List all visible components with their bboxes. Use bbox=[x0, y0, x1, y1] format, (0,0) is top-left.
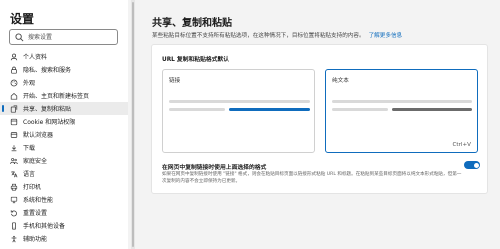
preview-text-line bbox=[392, 108, 472, 111]
option-label: 纯文本 bbox=[332, 78, 349, 84]
preview-line bbox=[332, 100, 472, 103]
sidebar-item-printers[interactable]: 打印机 bbox=[0, 180, 128, 193]
appearance-icon bbox=[10, 79, 18, 86]
sidebar-item-appearance[interactable]: 外观 bbox=[0, 76, 128, 89]
preview-line bbox=[169, 100, 310, 103]
sidebar-item-family-safety[interactable]: 家庭安全 bbox=[0, 154, 128, 167]
sidebar-item-label: 外观 bbox=[23, 80, 36, 87]
sidebar-item-reset-settings[interactable]: 重置设置 bbox=[0, 206, 128, 219]
sidebar-item-phone-devices[interactable]: 手机和其他设备 bbox=[0, 219, 128, 232]
sidebar-item-label: Cookie 和网站权限 bbox=[23, 119, 76, 126]
option-label: 链接 bbox=[169, 78, 181, 84]
phone-icon bbox=[12, 221, 16, 230]
family-icon bbox=[10, 157, 18, 164]
sidebar-item-system-performance[interactable]: 系统和性能 bbox=[0, 193, 128, 206]
search-input[interactable] bbox=[28, 31, 116, 43]
toggle-description: 如果在网页中复制链接时使用 "链接" 格式，则会在粘贴目标页面以链接形式粘贴 U… bbox=[162, 172, 462, 184]
sidebar-scrollbar[interactable] bbox=[131, 0, 135, 249]
cookie-icon bbox=[10, 118, 18, 125]
download-icon bbox=[11, 144, 17, 151]
settings-sidebar: 设置 个人资料 隐私、搜索和服务 外观 开始、主页和新建标签页 共享、复制和粘贴 bbox=[0, 0, 128, 249]
sidebar-item-cookies[interactable]: Cookie 和网站权限 bbox=[0, 115, 128, 128]
home-icon bbox=[10, 92, 18, 100]
printer-icon bbox=[10, 183, 18, 191]
sidebar-item-share-copy-paste[interactable]: 共享、复制和粘贴 bbox=[0, 102, 128, 115]
sidebar-item-languages[interactable]: 语言 bbox=[0, 167, 128, 180]
sidebar-item-label: 下载 bbox=[23, 145, 36, 152]
language-icon bbox=[11, 170, 18, 177]
learn-more-link[interactable]: 了解更多信息 bbox=[369, 33, 403, 39]
sidebar-item-label: 辅助功能 bbox=[23, 236, 48, 243]
search-box[interactable] bbox=[9, 29, 118, 45]
toggle-knob bbox=[473, 162, 479, 168]
browser-icon bbox=[10, 131, 18, 138]
system-icon bbox=[10, 196, 18, 203]
page-description: 某些粘贴目标位置不支持所有粘贴选项，在这种情况下，目标位置将粘贴支持的内容。 了解… bbox=[152, 31, 402, 39]
sidebar-item-label: 系统和性能 bbox=[23, 197, 54, 204]
sidebar-item-label: 语言 bbox=[23, 171, 36, 178]
description-text: 某些粘贴目标位置不支持所有粘贴选项，在这种情况下，目标位置将粘贴支持的内容。 bbox=[152, 33, 365, 39]
sidebar-item-accessibility[interactable]: 辅助功能 bbox=[0, 232, 128, 245]
settings-title: 设置 bbox=[10, 12, 35, 26]
preview-link-line bbox=[229, 108, 310, 111]
sidebar-item-label: 家庭安全 bbox=[23, 158, 48, 165]
search-icon bbox=[15, 33, 24, 42]
preview-line bbox=[332, 108, 388, 111]
sidebar-item-label: 开始、主页和新建标签页 bbox=[23, 93, 90, 100]
sidebar-item-label: 重置设置 bbox=[23, 210, 48, 217]
sidebar-item-downloads[interactable]: 下载 bbox=[0, 141, 128, 154]
lock-icon bbox=[11, 66, 17, 74]
sidebar-item-label: 个人资料 bbox=[23, 54, 48, 61]
option-plain-text[interactable]: 纯文本 Ctrl+V bbox=[325, 69, 478, 153]
page-title: 共享、复制和粘贴 bbox=[152, 18, 232, 29]
sidebar-item-label: 隐私、搜索和服务 bbox=[23, 67, 72, 74]
accessibility-icon bbox=[11, 235, 17, 242]
sidebar-item-label: 共享、复制和粘贴 bbox=[23, 106, 72, 113]
share-icon bbox=[10, 104, 18, 113]
sidebar-item-label: 打印机 bbox=[23, 184, 42, 191]
sidebar-item-label: 默认浏览器 bbox=[23, 132, 54, 139]
sidebar-item-start-home[interactable]: 开始、主页和新建标签页 bbox=[0, 89, 128, 102]
preview-line bbox=[169, 108, 225, 111]
toggle-title: 在网页中复制链接时使用上面选择的格式 bbox=[162, 165, 267, 171]
profile-icon bbox=[10, 53, 18, 60]
sidebar-item-privacy[interactable]: 隐私、搜索和服务 bbox=[0, 63, 128, 76]
card-heading: URL 复制和粘贴格式默认 bbox=[162, 57, 230, 63]
option-link[interactable]: 链接 bbox=[162, 69, 315, 153]
use-format-toggle[interactable] bbox=[464, 161, 480, 169]
scrollbar-thumb[interactable] bbox=[132, 2, 134, 247]
sidebar-item-profile[interactable]: 个人资料 bbox=[0, 50, 128, 63]
reset-icon bbox=[10, 209, 17, 216]
sidebar-item-label: 手机和其他设备 bbox=[23, 223, 66, 230]
shortcut-hint: Ctrl+V bbox=[452, 142, 471, 148]
sidebar-nav: 个人资料 隐私、搜索和服务 外观 开始、主页和新建标签页 共享、复制和粘贴 Co… bbox=[0, 50, 128, 245]
url-format-card: URL 复制和粘贴格式默认 链接 纯文本 Ctrl+V 在网页中复制链接时使用上… bbox=[151, 44, 488, 194]
sidebar-item-default-browser[interactable]: 默认浏览器 bbox=[0, 128, 128, 141]
